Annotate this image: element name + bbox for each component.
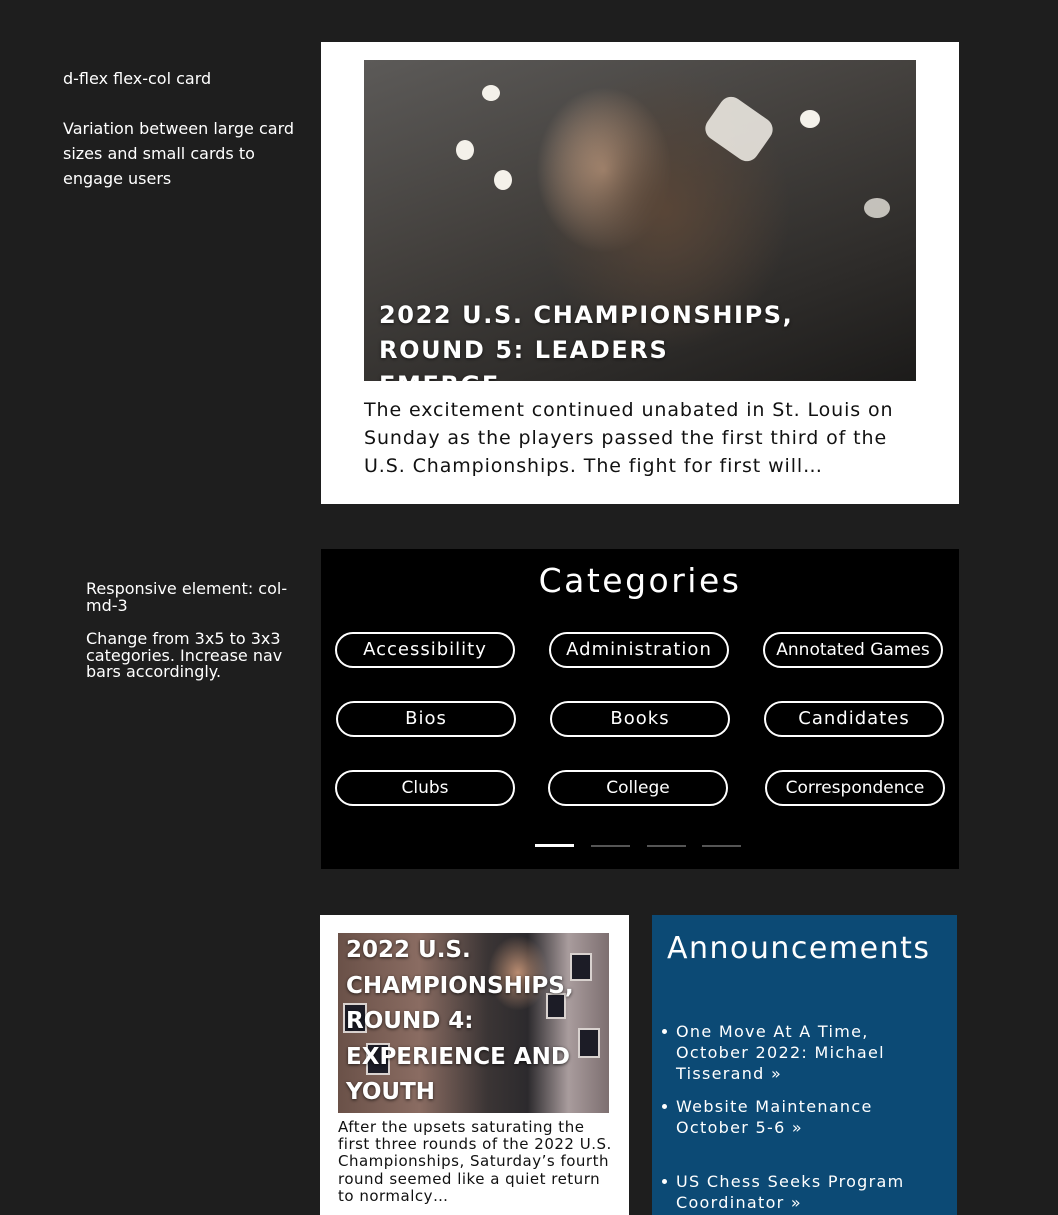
card-annotation-note: d-flex flex-col card Variation between l… [63, 66, 303, 191]
small-article-excerpt: After the upsets saturating the first th… [338, 1118, 612, 1205]
category-button-accessibility[interactable]: Accessibility [335, 632, 515, 668]
category-button-correspondence[interactable]: Correspondence [765, 770, 945, 806]
carousel-page-indicator-4[interactable] [702, 845, 741, 847]
bullet-icon [662, 1029, 667, 1034]
ceiling-light [700, 92, 778, 166]
card-note-line-2: Variation between large card sizes and s… [63, 119, 295, 188]
category-button-bios[interactable]: Bios [336, 701, 516, 737]
featured-article-title[interactable]: 2022 U.S. Championships, Round 5: Leader… [379, 298, 799, 381]
category-button-clubs[interactable]: Clubs [335, 770, 515, 806]
announcement-link-3[interactable]: US Chess Seeks Program Coordinator » [676, 1171, 946, 1213]
featured-article-image[interactable]: 2022 U.S. Championships, Round 5: Leader… [364, 60, 916, 381]
bullet-icon [662, 1179, 667, 1184]
categories-title: Categories [538, 561, 742, 600]
announcement-link-2[interactable]: Website Maintenance October 5-6 » [676, 1096, 946, 1138]
responsive-annotation-note: Responsive element: col-md-3 Change from… [86, 579, 301, 681]
featured-article-excerpt: The excitement continued unabated in St.… [364, 399, 894, 477]
ceiling-light [482, 85, 500, 101]
carousel-page-indicator-2[interactable] [591, 845, 630, 847]
small-article-title[interactable]: 2022 U.S. Championships, Round 4: Experi… [346, 933, 606, 1111]
carousel-page-indicator-3[interactable] [647, 845, 686, 847]
category-button-books[interactable]: Books [550, 701, 730, 737]
ceiling-light [800, 110, 820, 128]
category-button-college[interactable]: College [548, 770, 728, 806]
responsive-note-line-1: Responsive element: col-md-3 [86, 579, 288, 615]
ceiling-light [864, 198, 890, 218]
ceiling-light [494, 170, 512, 190]
announcements-panel: Announcements One Move At A Time, Octobe… [652, 915, 957, 1215]
announcement-link-1[interactable]: One Move At A Time, October 2022: Michae… [676, 1021, 946, 1084]
category-button-candidates[interactable]: Candidates [764, 701, 944, 737]
carousel-page-indicator-1[interactable] [535, 844, 574, 847]
bullet-icon [662, 1104, 667, 1109]
card-note-line-1: d-flex flex-col card [63, 69, 212, 88]
announcements-title: Announcements [667, 931, 931, 966]
ceiling-light [456, 140, 474, 160]
small-article-image[interactable]: 2022 U.S. Championships, Round 4: Experi… [338, 933, 609, 1113]
category-button-administration[interactable]: Administration [549, 632, 729, 668]
category-button-annotated-games[interactable]: Annotated Games [763, 632, 943, 668]
categories-carousel: Categories Accessibility Administration … [321, 549, 959, 869]
featured-article-card[interactable]: 2022 U.S. Championships, Round 5: Leader… [321, 42, 959, 504]
responsive-note-line-2: Change from 3x5 to 3x3 categories. Incre… [86, 629, 283, 681]
small-article-card[interactable]: 2022 U.S. Championships, Round 4: Experi… [320, 915, 629, 1215]
